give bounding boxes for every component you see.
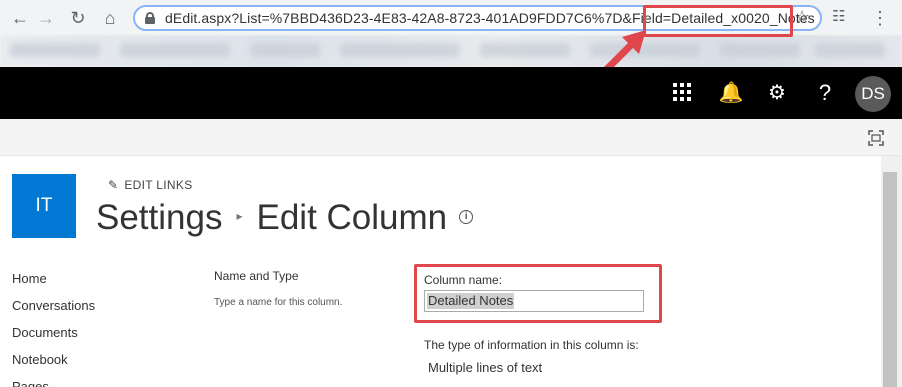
edit-links-link[interactable]: ✎ EDIT LINKS	[108, 178, 193, 192]
breadcrumb-settings[interactable]: Settings	[96, 198, 222, 237]
extension-icon[interactable]: ☷	[832, 8, 845, 26]
browser-menu-icon[interactable]: ⋮	[868, 6, 892, 30]
info-icon[interactable]: i	[459, 209, 474, 224]
site-logo[interactable]: IT	[12, 174, 76, 238]
section-title: Name and Type	[214, 269, 299, 283]
nav-item-notebook[interactable]: Notebook	[12, 351, 95, 378]
url-annotation-box	[643, 5, 793, 37]
nav-item-pages[interactable]: Pages	[12, 378, 95, 387]
notification-bell-icon[interactable]: 🔔	[718, 81, 744, 105]
url-prefix: dEdit.aspx?List=%7BBD436D23-4E83-42A8-87…	[165, 10, 672, 26]
app-launcher-icon[interactable]	[673, 83, 691, 101]
edit-links-label: EDIT LINKS	[124, 178, 193, 192]
nav-item-home[interactable]: Home	[12, 270, 95, 297]
focus-mode-icon[interactable]	[868, 130, 884, 146]
back-arrow-icon[interactable]: ←	[8, 6, 32, 30]
scrollbar-thumb[interactable]	[883, 172, 897, 387]
breadcrumb-current: Edit Column	[256, 198, 448, 237]
ribbon-bar	[0, 119, 902, 156]
help-button[interactable]: ?	[812, 81, 838, 105]
quick-launch-nav: Home Conversations Documents Notebook Pa…	[12, 270, 95, 387]
type-value: Multiple lines of text	[428, 360, 543, 375]
suite-bar: 🔔 ⚙ ?	[0, 67, 902, 119]
forward-arrow-icon[interactable]: →	[34, 6, 58, 30]
avatar[interactable]: DS	[855, 76, 891, 112]
lock-icon	[145, 12, 155, 24]
bookmarks-bar	[0, 35, 902, 67]
pencil-icon: ✎	[108, 178, 119, 192]
section-description: Type a name for this column.	[214, 297, 343, 308]
home-icon[interactable]: ⌂	[98, 6, 122, 30]
bookmark-star-icon[interactable]: ☆	[794, 5, 810, 29]
type-label: The type of information in this column i…	[424, 338, 639, 352]
breadcrumb-separator-icon: ▸	[236, 208, 243, 223]
page-title: Settings ▸ Edit Column i	[96, 198, 474, 238]
column-name-annotation-box	[414, 264, 662, 323]
reload-icon[interactable]: ↻	[66, 6, 90, 30]
settings-gear-icon[interactable]: ⚙	[764, 81, 790, 105]
nav-item-conversations[interactable]: Conversations	[12, 297, 95, 324]
nav-item-documents[interactable]: Documents	[12, 324, 95, 351]
